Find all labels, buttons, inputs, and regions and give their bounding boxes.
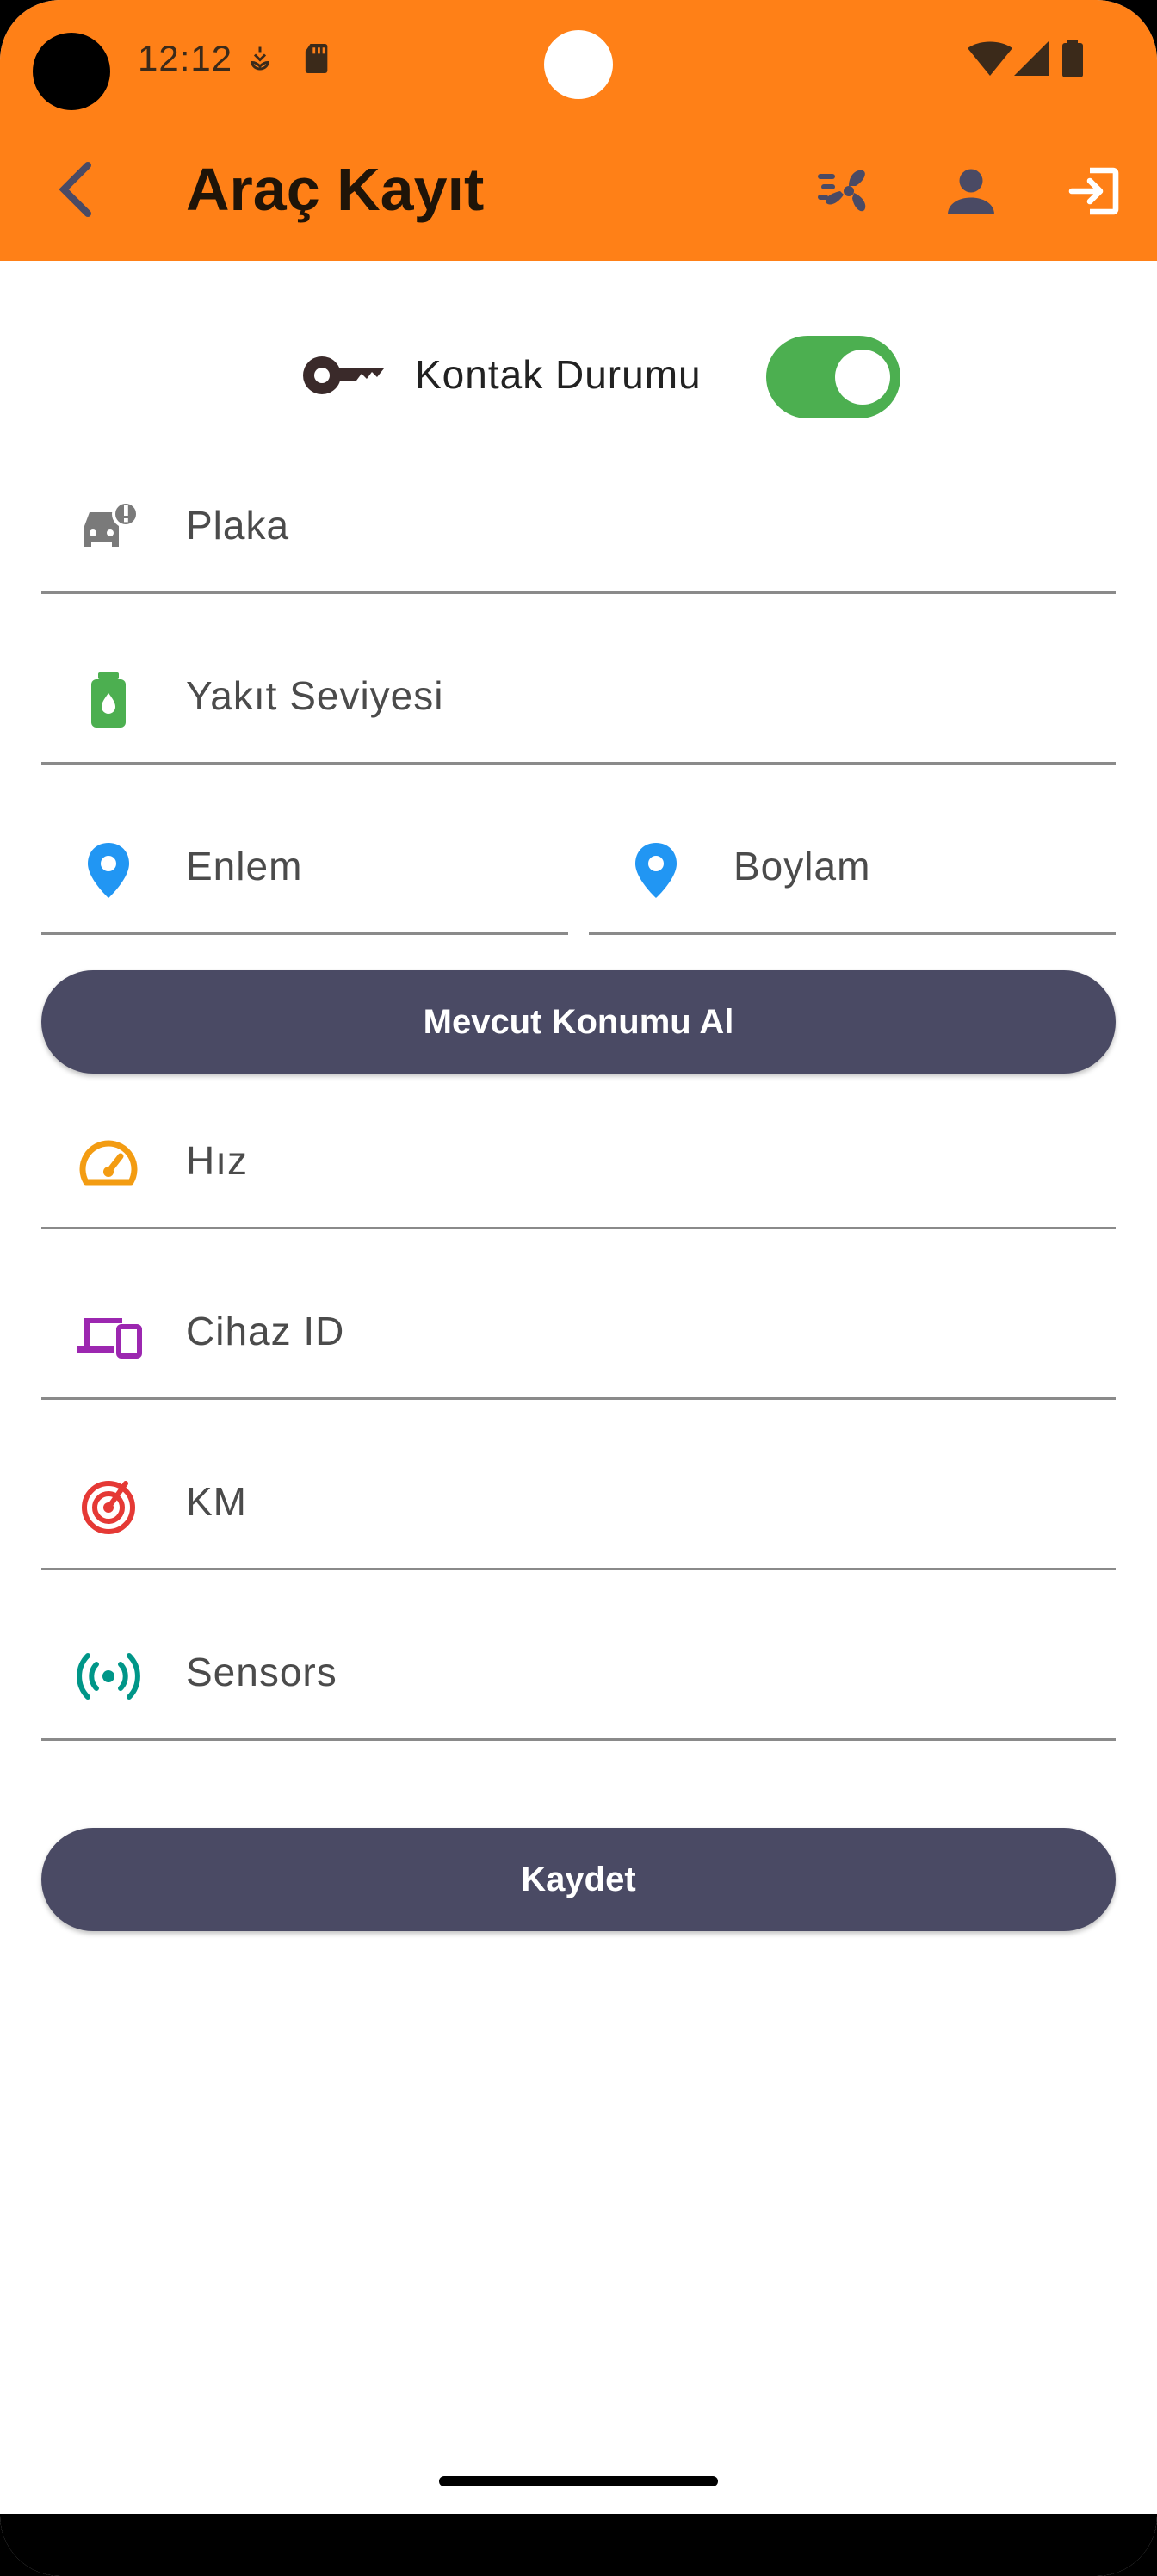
status-time: 12:12 [138,38,233,78]
plate-placeholder: Plaka [186,503,290,548]
logout-icon[interactable] [1064,160,1126,222]
status-bar: 12:12 [0,0,1157,121]
save-button[interactable]: Kaydet [41,1828,1116,1931]
fuel-field[interactable]: Yakıt Seviyesi [41,633,1116,765]
ignition-label: Kontak Durumu [415,352,702,397]
navigation-bar [0,2514,1157,2576]
get-location-button[interactable]: Mevcut Konumu Al [41,970,1116,1074]
page-title: Araç Kayıt [186,156,485,223]
longitude-placeholder: Boylam [733,844,871,889]
latitude-placeholder: Enlem [186,844,303,889]
sensors-field[interactable]: Sensors [41,1609,1116,1741]
location-pin-icon [622,836,690,905]
sensors-placeholder: Sensors [186,1650,337,1694]
camera-cutout [33,33,110,110]
car-alert-icon [74,495,143,564]
location-pin-icon [74,836,143,905]
sensors-icon [74,1642,143,1711]
switch-knob [835,350,890,405]
battery-icon [1062,40,1083,82]
plate-field[interactable]: Plaka [41,462,1116,594]
radar-icon [74,1471,143,1540]
cellular-signal-icon [1014,41,1049,80]
fan-icon[interactable] [814,160,876,222]
app-bar: Araç Kayıt [0,129,1157,261]
key-icon [301,351,387,404]
notification-icon [244,41,275,80]
ignition-row: Kontak Durumu [301,332,904,418]
fuel-placeholder: Yakıt Seviyesi [186,673,444,718]
wifi-icon [968,41,1012,80]
speed-placeholder: Hız [186,1138,248,1183]
screen: 12:12 Araç Kayıt Kontak Durumu Plaka Yak… [0,0,1157,2576]
speed-field[interactable]: Hız [41,1098,1116,1229]
km-placeholder: KM [186,1479,247,1524]
ignition-switch[interactable] [766,336,900,418]
latitude-field[interactable]: Enlem [41,803,568,935]
longitude-field[interactable]: Boylam [589,803,1116,935]
km-field[interactable]: KM [41,1439,1116,1570]
speedometer-icon [74,1130,143,1199]
app-header: 12:12 Araç Kayıt [0,0,1157,261]
front-camera [544,30,613,99]
back-button[interactable] [50,155,102,224]
sd-card-icon [303,41,332,80]
device-id-field[interactable]: Cihaz ID [41,1268,1116,1400]
home-gesture-handle[interactable] [439,2476,718,2486]
device-id-placeholder: Cihaz ID [186,1309,345,1353]
person-icon[interactable] [940,160,1002,222]
devices-icon [74,1301,143,1370]
fuel-icon [74,666,143,734]
